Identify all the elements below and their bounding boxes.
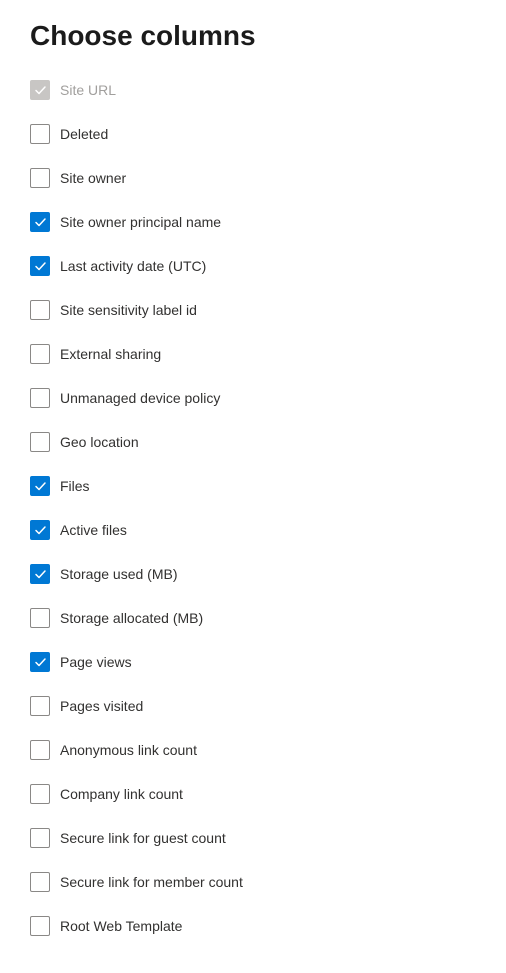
checkbox-deleted[interactable] — [30, 124, 50, 144]
checkbox-site-url — [30, 80, 50, 100]
label-anonymous-link-count: Anonymous link count — [60, 742, 197, 758]
checkbox-unmanaged-device-policy[interactable] — [30, 388, 50, 408]
option-storage-allocated-mb: Storage allocated (MB) — [30, 608, 476, 628]
checkbox-root-web-template[interactable] — [30, 916, 50, 936]
label-unmanaged-device-policy: Unmanaged device policy — [60, 390, 220, 406]
option-secure-link-for-guest-count: Secure link for guest count — [30, 828, 476, 848]
option-site-url: Site URL — [30, 80, 476, 100]
label-page-views: Page views — [60, 654, 132, 670]
page-title: Choose columns — [30, 20, 476, 52]
checkbox-active-files[interactable] — [30, 520, 50, 540]
option-geo-location: Geo location — [30, 432, 476, 452]
label-site-owner: Site owner — [60, 170, 126, 186]
checkbox-site-sensitivity-label-id[interactable] — [30, 300, 50, 320]
option-anonymous-link-count: Anonymous link count — [30, 740, 476, 760]
label-site-owner-principal-name: Site owner principal name — [60, 214, 221, 230]
option-secure-link-for-member-count: Secure link for member count — [30, 872, 476, 892]
checkbox-pages-visited[interactable] — [30, 696, 50, 716]
checkbox-storage-allocated-mb[interactable] — [30, 608, 50, 628]
label-last-activity-date-utc: Last activity date (UTC) — [60, 258, 206, 274]
checkbox-geo-location[interactable] — [30, 432, 50, 452]
label-company-link-count: Company link count — [60, 786, 183, 802]
option-site-owner-principal-name: Site owner principal name — [30, 212, 476, 232]
label-pages-visited: Pages visited — [60, 698, 143, 714]
checkbox-page-views[interactable] — [30, 652, 50, 672]
label-site-sensitivity-label-id: Site sensitivity label id — [60, 302, 197, 318]
checkbox-files[interactable] — [30, 476, 50, 496]
label-geo-location: Geo location — [60, 434, 139, 450]
checkbox-site-owner[interactable] — [30, 168, 50, 188]
label-storage-allocated-mb: Storage allocated (MB) — [60, 610, 203, 626]
label-external-sharing: External sharing — [60, 346, 161, 362]
checkbox-external-sharing[interactable] — [30, 344, 50, 364]
label-site-url: Site URL — [60, 82, 116, 98]
option-pages-visited: Pages visited — [30, 696, 476, 716]
option-files: Files — [30, 476, 476, 496]
checkbox-company-link-count[interactable] — [30, 784, 50, 804]
label-secure-link-for-member-count: Secure link for member count — [60, 874, 243, 890]
checkbox-storage-used-mb[interactable] — [30, 564, 50, 584]
column-options-list: Site URL Deleted Site owner Site owner prin… — [30, 80, 476, 936]
option-unmanaged-device-policy: Unmanaged device policy — [30, 388, 476, 408]
label-root-web-template: Root Web Template — [60, 918, 182, 934]
label-deleted: Deleted — [60, 126, 108, 142]
checkbox-anonymous-link-count[interactable] — [30, 740, 50, 760]
option-active-files: Active files — [30, 520, 476, 540]
option-root-web-template: Root Web Template — [30, 916, 476, 936]
checkbox-secure-link-for-member-count[interactable] — [30, 872, 50, 892]
option-storage-used-mb: Storage used (MB) — [30, 564, 476, 584]
option-last-activity-date-utc: Last activity date (UTC) — [30, 256, 476, 276]
option-deleted: Deleted — [30, 124, 476, 144]
label-storage-used-mb: Storage used (MB) — [60, 566, 178, 582]
option-site-owner: Site owner — [30, 168, 476, 188]
checkbox-secure-link-for-guest-count[interactable] — [30, 828, 50, 848]
checkbox-last-activity-date-utc[interactable] — [30, 256, 50, 276]
option-company-link-count: Company link count — [30, 784, 476, 804]
option-site-sensitivity-label-id: Site sensitivity label id — [30, 300, 476, 320]
option-external-sharing: External sharing — [30, 344, 476, 364]
checkbox-site-owner-principal-name[interactable] — [30, 212, 50, 232]
label-active-files: Active files — [60, 522, 127, 538]
label-files: Files — [60, 478, 90, 494]
option-page-views: Page views — [30, 652, 476, 672]
label-secure-link-for-guest-count: Secure link for guest count — [60, 830, 226, 846]
